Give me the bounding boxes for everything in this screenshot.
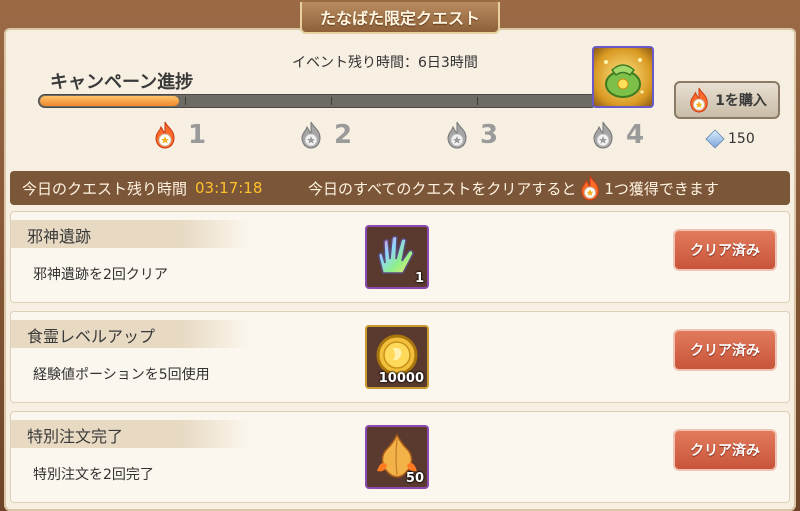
quest-description: 経験値ポーションを5回使用: [33, 367, 210, 383]
window-title: たなばた限定クエスト: [300, 2, 500, 34]
reward-quantity: 1: [414, 271, 424, 286]
quest-reward-item[interactable]: 50: [365, 425, 429, 489]
event-timer: イベント残り時間：6日3時間: [292, 55, 478, 71]
quest-description: 邪神遺跡を2回クリア: [33, 267, 168, 283]
quest-title: 邪神遺跡: [27, 227, 92, 246]
daily-reward-text-pre: 今日のすべてのクエストをクリアすると: [308, 179, 577, 198]
gem-count-value: 150: [728, 131, 755, 147]
campaign-progress-bar: [38, 94, 598, 108]
progress-separator: [185, 97, 186, 105]
milestone-number: 1: [188, 120, 207, 150]
flame-token-icon: [581, 175, 600, 201]
daily-quest-bar: 今日のクエスト残り時間 03:17:18 今日のすべてのクエストをクリアすると …: [10, 171, 790, 205]
quest-row: 特別注文完了 特別注文を2回完了 50 クリア済み: [10, 411, 790, 503]
quest-title: 特別注文完了: [27, 427, 124, 446]
progress-separator: [331, 97, 332, 105]
campaign-label: キャンペーン進捗: [50, 72, 194, 93]
flame-token-grey-icon: [593, 121, 613, 149]
flame-token-grey-icon: [301, 121, 321, 149]
reward-quantity: 10000: [378, 371, 424, 386]
quest-row: 食霊レベルアップ 経験値ポーションを5回使用 10000 クリア済み: [10, 311, 790, 403]
gem-balance: 150: [705, 129, 755, 149]
quest-reward-item[interactable]: 1: [365, 225, 429, 289]
quest-reward-item[interactable]: 10000: [365, 325, 429, 389]
progress-separator: [477, 97, 478, 105]
quest-cleared-button[interactable]: クリア済み: [673, 329, 777, 371]
flame-token-icon: [690, 87, 708, 113]
quest-cleared-button[interactable]: クリア済み: [673, 429, 777, 471]
milestone-2: 2: [298, 120, 352, 150]
quest-row: 邪神遺跡 邪神遺跡を2回クリア 1 クリア済み: [10, 211, 790, 303]
campaign-progress-fill: [40, 96, 179, 106]
milestone-1: 1: [152, 120, 206, 150]
flame-token-icon: [155, 121, 175, 149]
milestone-number: 4: [626, 120, 645, 150]
flame-token-grey-icon: [447, 121, 467, 149]
milestone-3: 3: [444, 120, 498, 150]
milestone-number: 2: [334, 120, 353, 150]
daily-time-value: 03:17:18: [195, 179, 263, 197]
buy-button-label: 1を購入: [715, 93, 767, 109]
reward-quantity: 50: [405, 471, 424, 486]
quest-title: 食霊レベルアップ: [27, 327, 156, 346]
reward-bag-icon: [604, 58, 644, 98]
milestone-4: 4: [590, 120, 644, 150]
quest-cleared-button[interactable]: クリア済み: [673, 229, 777, 271]
milestone-number: 3: [480, 120, 499, 150]
final-reward-item[interactable]: [592, 46, 654, 108]
quest-panel: イベント残り時間：6日3時間 キャンペーン進捗 1 2 3 4 1を購入 150…: [4, 28, 796, 511]
buy-token-button[interactable]: 1を購入: [674, 81, 780, 119]
daily-time-label: 今日のクエスト残り時間: [22, 179, 188, 198]
daily-reward-text: 今日のすべてのクエストをクリアすると 1つ獲得できます: [308, 175, 719, 201]
gem-icon: [705, 129, 725, 149]
quest-description: 特別注文を2回完了: [33, 467, 154, 483]
daily-reward-text-post: 1つ獲得できます: [604, 179, 719, 198]
